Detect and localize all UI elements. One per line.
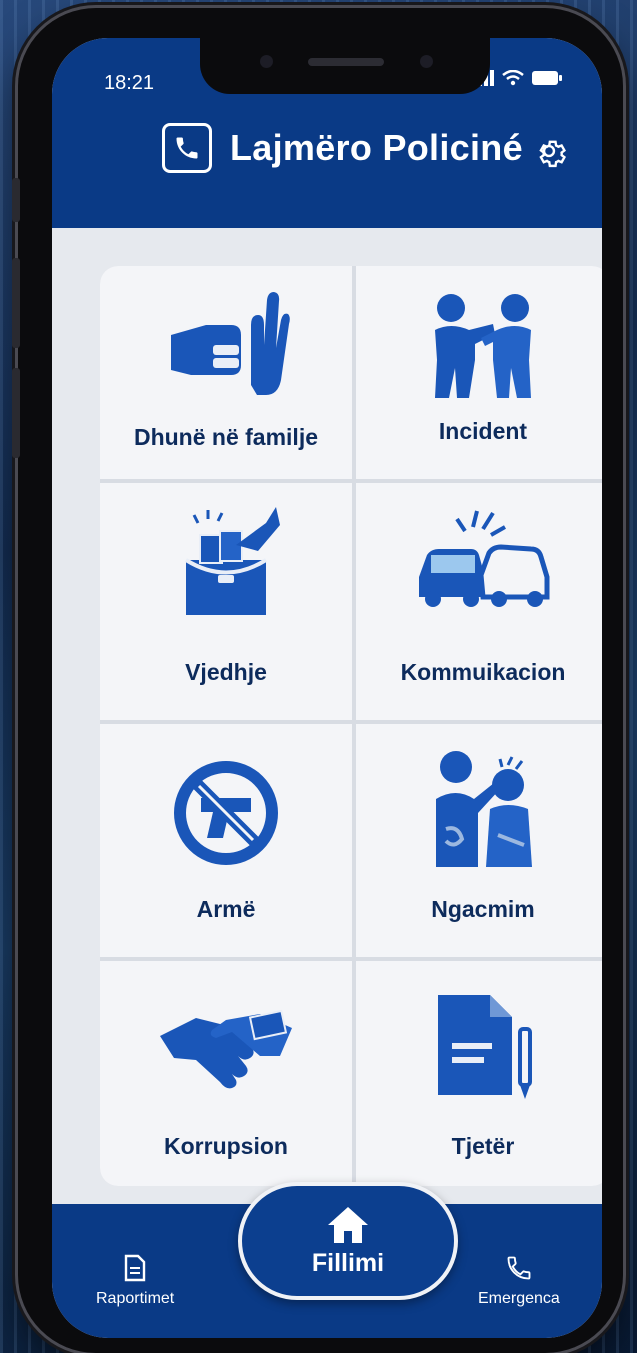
app-header: 18:21 Lajmëro Policiné [52,38,602,228]
category-label: Ngacmim [431,896,535,922]
category-label: Vjedhje [185,659,267,685]
volume-up-button [12,258,20,348]
category-label: Armë [196,896,256,922]
wifi-icon [502,70,524,86]
category-label: Dhunë në familje [133,424,319,450]
bottom-navigation: Raportimet Fillimi Emergenca [52,1182,602,1338]
category-weapons[interactable]: Armë [100,724,352,957]
front-camera [420,55,433,68]
mute-switch [12,178,20,222]
category-theft[interactable]: Vjedhje [100,483,352,720]
category-label: Kommuikacion [400,659,566,685]
category-incident[interactable]: Incident [356,266,602,479]
theft-bag-icon [184,506,280,615]
device-notch [200,38,490,94]
document-icon [124,1254,146,1282]
header-title-row: Lajmëro Policiné [162,123,523,173]
category-other[interactable]: Tjetër [356,961,602,1186]
car-crash-icon [419,510,550,607]
category-domestic-violence[interactable]: Dhunë në familje [100,266,352,479]
phone-frame: 18:21 Lajmëro Policiné Dhunë në familje … [12,8,623,1353]
category-harassment[interactable]: Ngacmim [356,724,602,957]
nav-label: Emergenca [478,1290,560,1307]
app-title: Lajmëro Policiné [230,127,523,168]
nav-label: Raportimet [96,1290,175,1307]
phone-logo-icon [162,123,212,173]
document-pen-icon [438,995,532,1099]
category-label: Incident [438,418,528,444]
nav-label: Fillimi [311,1248,385,1277]
category-grid: Dhunë në familje Incident Vjedhje Kommui… [100,266,602,1186]
category-corruption[interactable]: Korrupsion [100,961,352,1186]
handshake-bribe-icon [160,1009,292,1089]
category-label: Tjetër [451,1133,515,1159]
status-time: 18:21 [104,72,155,94]
home-icon [328,1206,368,1243]
category-label: Korrupsion [164,1133,288,1159]
phone-icon [507,1256,531,1280]
category-traffic[interactable]: Kommuikacion [356,483,602,720]
no-weapon-icon [174,761,278,865]
fight-icon [435,294,531,398]
nav-home[interactable]: Fillimi [238,1182,458,1300]
app-screen: 18:21 Lajmëro Policiné Dhunë në familje … [52,38,602,1338]
nav-reports[interactable]: Raportimet [96,1254,174,1308]
volume-down-button [12,368,20,458]
harassment-icon [436,751,532,867]
battery-icon [532,71,562,85]
sensor [260,55,273,68]
speaker-grille [308,58,384,66]
nav-emergency[interactable]: Emergenca [478,1254,560,1308]
hand-stop-icon [171,292,290,395]
gear-icon[interactable] [532,134,566,168]
